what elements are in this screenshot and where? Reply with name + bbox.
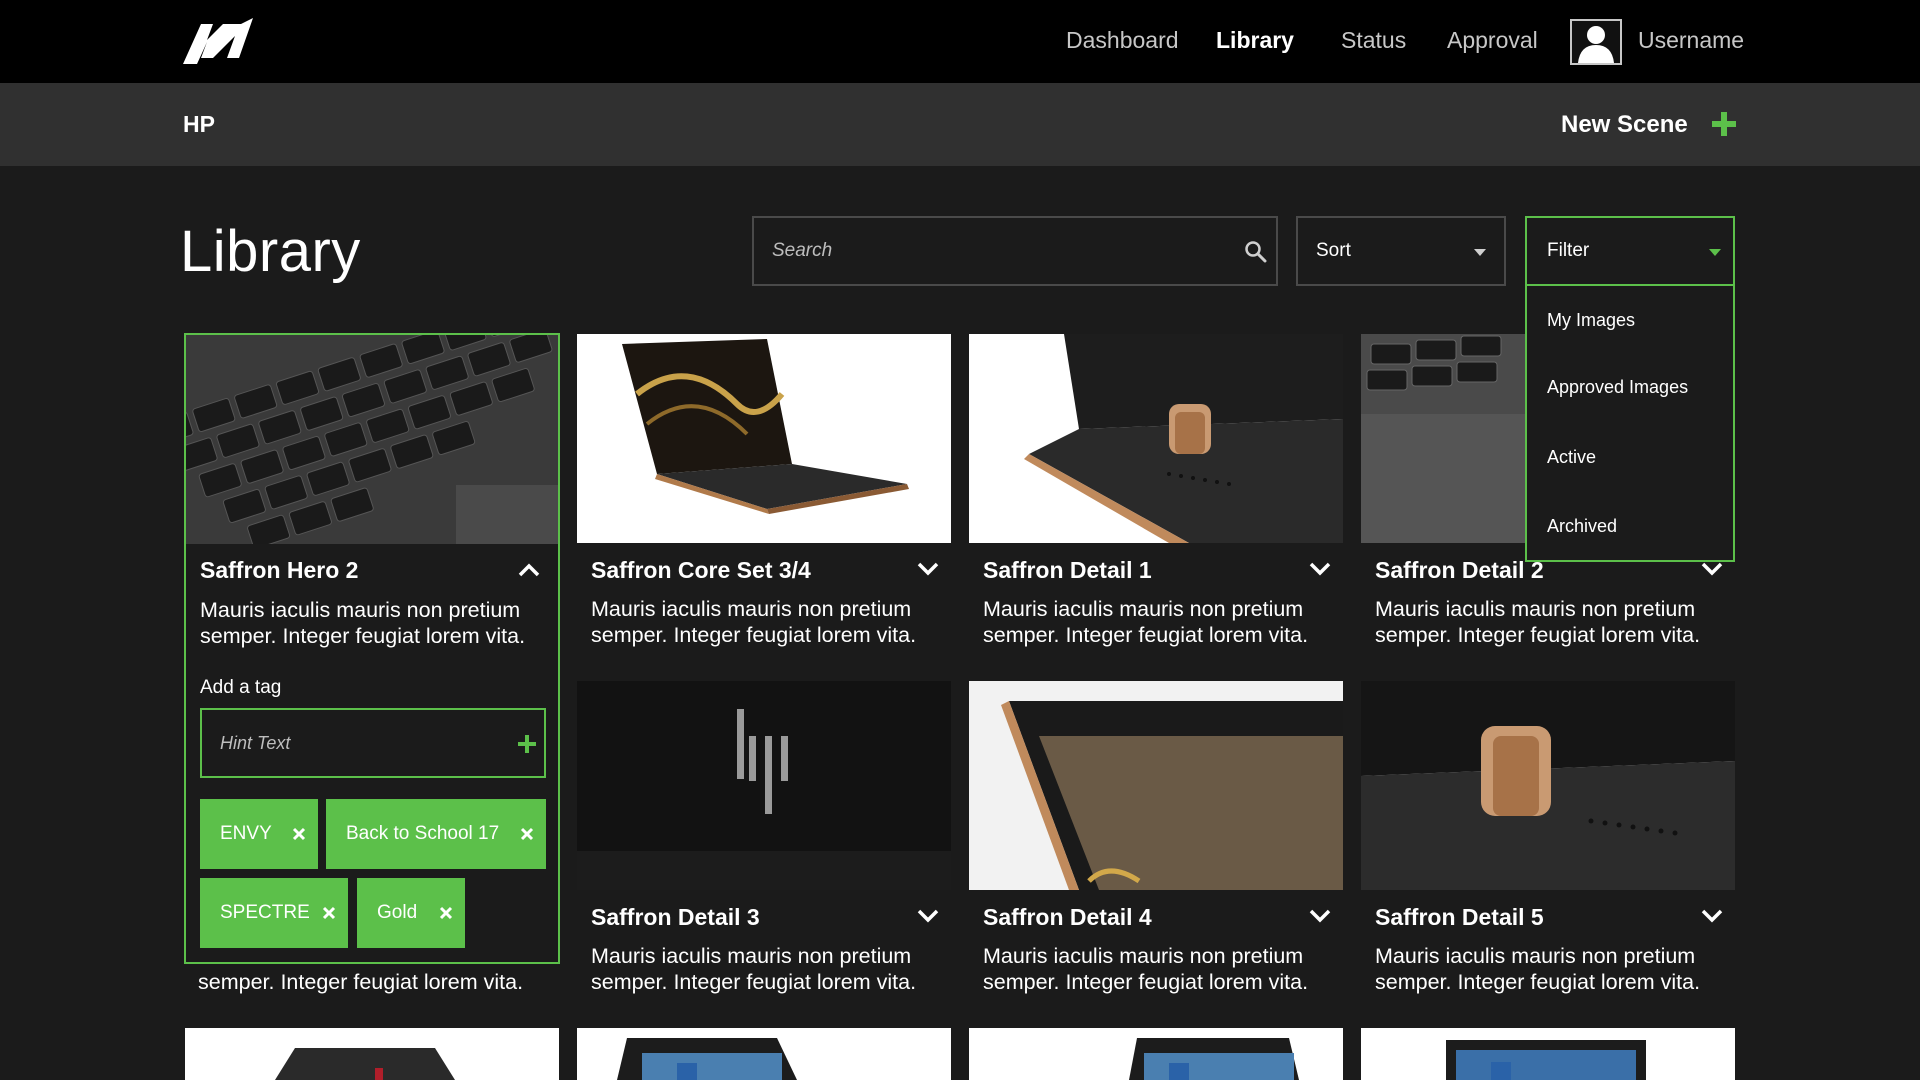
card-image[interactable] — [185, 1028, 559, 1080]
card-image[interactable] — [1361, 1028, 1735, 1080]
tag-chip: SPECTRE — [200, 878, 348, 948]
chevron-down-icon[interactable] — [917, 909, 939, 923]
add-tag-label: Add a tag — [200, 677, 282, 698]
laptop-image — [577, 334, 951, 543]
chevron-down-icon[interactable] — [1309, 909, 1331, 923]
chevron-down-icon[interactable] — [1309, 562, 1331, 576]
tag-chip: Back to School 17 — [326, 799, 546, 869]
caret-down-icon — [1709, 249, 1721, 256]
filter-option-approved-images[interactable]: Approved Images — [1547, 377, 1688, 398]
username[interactable]: Username — [1638, 27, 1744, 54]
tag-input[interactable] — [220, 710, 500, 776]
user-icon — [1578, 26, 1614, 63]
keyboard-image — [186, 335, 558, 544]
card-title[interactable]: Saffron Detail 1 — [983, 557, 1152, 584]
tag-chip: ENVY — [200, 799, 318, 869]
card-description-overflow: semper. Integer feugiat lorem vita. — [198, 970, 524, 994]
chevron-down-icon[interactable] — [1701, 562, 1723, 576]
tag-chip: Gold — [357, 878, 465, 948]
project-name: HP — [183, 111, 215, 137]
filter-option-archived[interactable]: Archived — [1547, 516, 1617, 537]
card-title[interactable]: Saffron Detail 3 — [591, 904, 760, 931]
caret-down-icon — [1474, 249, 1486, 256]
library-card[interactable] — [577, 1028, 951, 1080]
nav-status[interactable]: Status — [1341, 27, 1406, 54]
filter-dropdown[interactable]: Filter — [1525, 216, 1735, 286]
page-title: Library — [180, 219, 361, 284]
laptop-image — [969, 1028, 1343, 1080]
search-input[interactable] — [772, 218, 1212, 284]
card-title[interactable]: Saffron Detail 4 — [983, 904, 1152, 931]
plus-icon[interactable] — [1712, 112, 1736, 136]
card-title[interactable]: Saffron Detail 2 — [1375, 557, 1544, 584]
close-icon[interactable] — [292, 827, 306, 841]
library-card-expanded[interactable]: Saffron Hero 2 Mauris iaculis mauris non… — [184, 333, 560, 964]
hinge-image — [1361, 681, 1735, 890]
laptop-image — [1361, 1028, 1735, 1080]
nav-library[interactable]: Library — [1216, 27, 1294, 54]
card-description: Mauris iaculis mauris non pretium semper… — [1375, 597, 1701, 647]
screen-image — [969, 681, 1343, 890]
filter-menu: My Images Approved Images Active Archive… — [1525, 286, 1735, 562]
card-description: Mauris iaculis mauris non pretium semper… — [983, 944, 1309, 994]
card-title[interactable]: Saffron Detail 5 — [1375, 904, 1544, 931]
card-description: Mauris iaculis mauris non pretium semper… — [591, 597, 917, 647]
new-scene-button[interactable]: New Scene — [1561, 111, 1688, 139]
hinge-image — [969, 334, 1343, 543]
chevron-down-icon[interactable] — [917, 562, 939, 576]
close-icon[interactable] — [439, 906, 453, 920]
card-description: Mauris iaculis mauris non pretium semper… — [1375, 944, 1701, 994]
card-image[interactable] — [969, 334, 1343, 543]
library-card[interactable]: Saffron Detail 4 Mauris iaculis mauris n… — [969, 681, 1343, 1001]
library-card[interactable] — [1361, 1028, 1735, 1080]
tag-input-box[interactable] — [200, 708, 546, 778]
laptop-image — [185, 1028, 559, 1080]
close-icon[interactable] — [322, 906, 336, 920]
card-description: Mauris iaculis mauris non pretium semper… — [983, 597, 1309, 647]
nav-approval[interactable]: Approval — [1447, 27, 1538, 54]
nav-dashboard[interactable]: Dashboard — [1066, 27, 1179, 54]
filter-label: Filter — [1547, 240, 1590, 261]
card-image[interactable] — [969, 681, 1343, 890]
card-image[interactable] — [969, 1028, 1343, 1080]
card-image[interactable] — [577, 1028, 951, 1080]
card-image[interactable] — [577, 681, 951, 890]
app-logo[interactable] — [183, 18, 255, 66]
card-image[interactable] — [186, 335, 558, 544]
chevron-up-icon[interactable] — [518, 563, 540, 577]
card-title[interactable]: Saffron Hero 2 — [200, 557, 358, 584]
laptop-image — [577, 1028, 951, 1080]
chevron-down-icon[interactable] — [1701, 909, 1723, 923]
card-image[interactable] — [577, 334, 951, 543]
sort-dropdown[interactable]: Sort — [1296, 216, 1506, 286]
avatar[interactable] — [1570, 19, 1622, 65]
card-description: Mauris iaculis mauris non pretium semper… — [591, 944, 917, 994]
card-image[interactable] — [1361, 681, 1735, 890]
close-icon[interactable] — [520, 827, 534, 841]
tag-label: SPECTRE — [220, 902, 310, 923]
filter-option-my-images[interactable]: My Images — [1547, 310, 1635, 331]
library-card[interactable]: Saffron Detail 3 Mauris iaculis mauris n… — [577, 681, 951, 1001]
filter-option-active[interactable]: Active — [1547, 447, 1596, 468]
top-nav-bar: Dashboard Library Status Approval Userna… — [0, 0, 1920, 83]
plus-icon[interactable] — [518, 735, 536, 753]
search-box[interactable] — [752, 216, 1278, 286]
library-card[interactable] — [185, 1028, 559, 1080]
search-icon[interactable] — [1244, 240, 1268, 264]
library-card[interactable] — [969, 1028, 1343, 1080]
sort-label: Sort — [1316, 240, 1351, 261]
hp-logo-image — [577, 681, 951, 890]
tag-label: Gold — [377, 902, 418, 923]
library-card[interactable]: Saffron Detail 1 Mauris iaculis mauris n… — [969, 334, 1343, 654]
tag-label: Back to School 17 — [346, 823, 500, 844]
library-card[interactable]: Saffron Core Set 3/4 Mauris iaculis maur… — [577, 334, 951, 654]
project-bar: HP New Scene — [0, 83, 1920, 166]
card-description: Mauris iaculis mauris non pretium semper… — [200, 598, 526, 648]
library-card[interactable]: Saffron Detail 5 Mauris iaculis mauris n… — [1361, 681, 1735, 1001]
card-title[interactable]: Saffron Core Set 3/4 — [591, 557, 811, 584]
tag-label: ENVY — [220, 823, 272, 844]
